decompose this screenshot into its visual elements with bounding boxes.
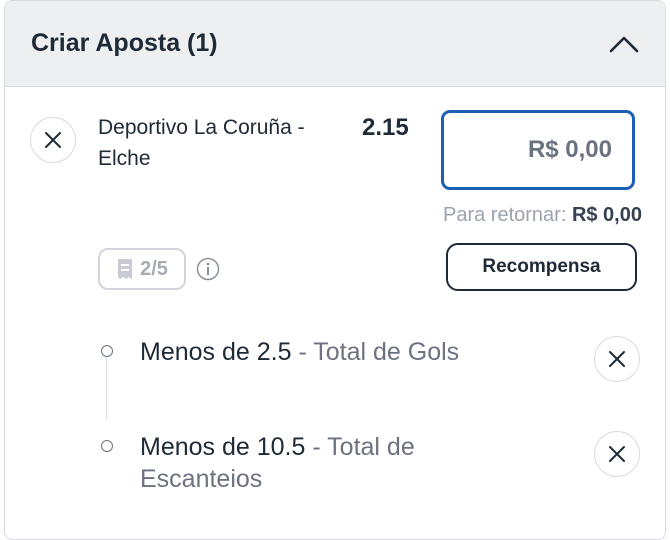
- remove-bet-button[interactable]: [30, 117, 76, 163]
- leg-selection: Menos de 10.5: [140, 433, 306, 461]
- bet-odds: 2.15: [362, 114, 409, 141]
- potential-return: Para retornar: R$ 0,00: [443, 204, 642, 227]
- leg-item: Menos de 2.5 - Total de Gols: [140, 336, 500, 368]
- return-value: R$ 0,00: [571, 204, 642, 226]
- legs-connector: [106, 357, 107, 419]
- remove-leg-button[interactable]: [594, 431, 640, 477]
- betslip-icon: [118, 259, 133, 279]
- reward-button[interactable]: Recompensa: [446, 243, 637, 291]
- event-name: Deportivo La Coruña - Elche: [98, 116, 305, 170]
- close-icon: [45, 132, 61, 148]
- close-icon: [609, 446, 625, 462]
- stake-input[interactable]: R$ 0,00: [441, 110, 635, 190]
- close-icon: [609, 351, 625, 367]
- remove-leg-button[interactable]: [594, 336, 640, 382]
- info-icon[interactable]: [196, 257, 220, 286]
- return-label: Para retornar:: [442, 204, 567, 226]
- panel-title: Criar Aposta (1): [31, 29, 218, 57]
- leg-item: Menos de 10.5 - Total de Escanteios: [140, 431, 500, 495]
- leg-separator: -: [291, 338, 314, 366]
- chevron-up-icon[interactable]: [607, 27, 641, 61]
- legs-count-badge: 2/5: [98, 248, 186, 290]
- leg-dot: [101, 440, 113, 452]
- leg-market: Total de Gols: [313, 338, 460, 366]
- panel-header[interactable]: Criar Aposta (1): [5, 1, 665, 87]
- leg-dot: [101, 345, 113, 357]
- leg-separator: -: [305, 433, 328, 461]
- leg-selection: Menos de 2.5: [140, 338, 292, 366]
- legs-count: 2/5: [140, 257, 168, 280]
